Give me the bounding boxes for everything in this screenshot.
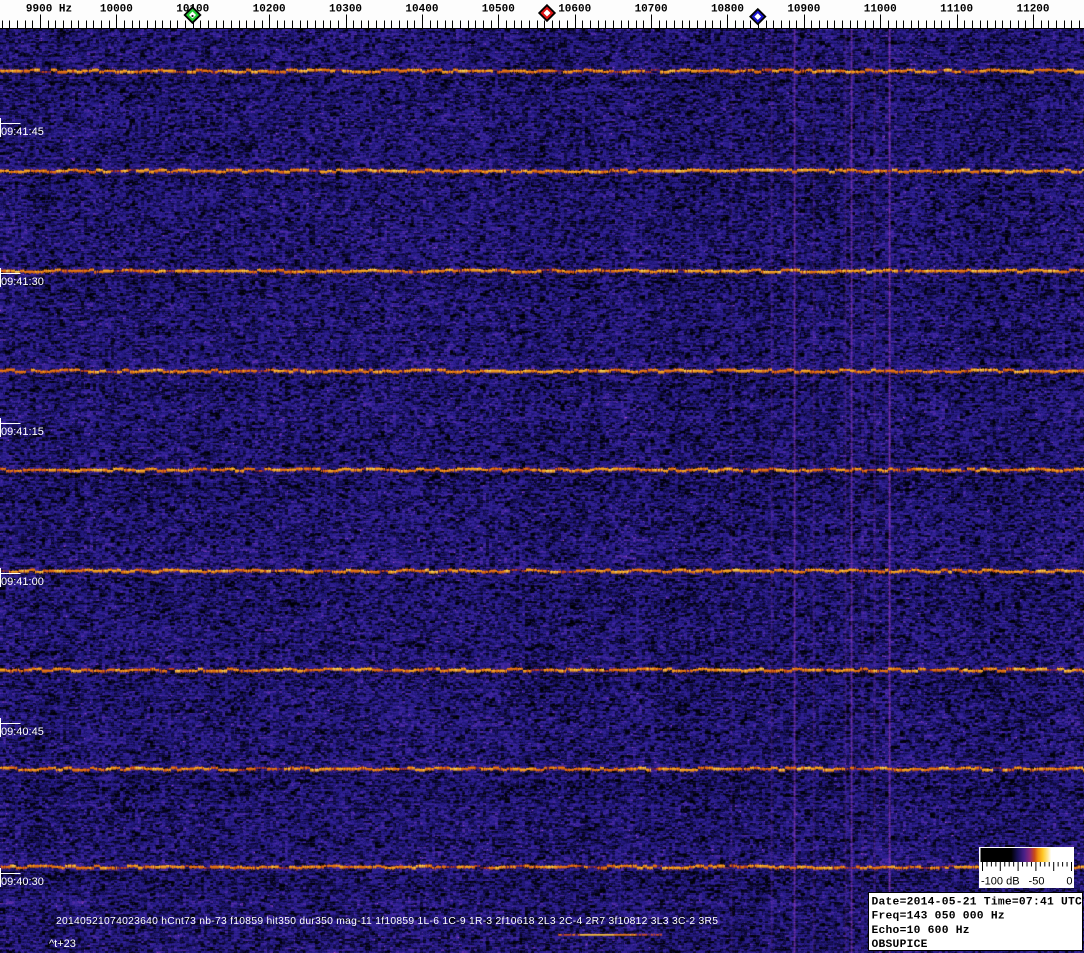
svg-text:Date=2014-05-21 Time=07:41 UTC: Date=2014-05-21 Time=07:41 UTC (872, 896, 1083, 908)
svg-text:-100 dB: -100 dB (981, 876, 1020, 888)
svg-text:09:41:30: 09:41:30 (1, 276, 44, 288)
svg-text:Echo=10 600 Hz: Echo=10 600 Hz (872, 925, 970, 937)
svg-text:20140521074023640 hCnt73 nb-73: 20140521074023640 hCnt73 nb-73 f10859 hi… (56, 916, 718, 927)
svg-text:09:41:00: 09:41:00 (1, 576, 44, 588)
svg-text:09:40:30: 09:40:30 (1, 876, 44, 888)
svg-text:09:41:15: 09:41:15 (1, 426, 44, 438)
svg-text:Freq=143 050 000 Hz: Freq=143 050 000 Hz (872, 910, 1005, 922)
svg-text:-50: -50 (1029, 876, 1045, 888)
svg-text:09:40:45: 09:40:45 (1, 726, 44, 738)
svg-text:^t+23: ^t+23 (49, 938, 76, 950)
svg-text:OBSUPICE: OBSUPICE (872, 939, 928, 951)
svg-text:09:41:45: 09:41:45 (1, 126, 44, 138)
svg-text:0: 0 (1066, 876, 1072, 888)
